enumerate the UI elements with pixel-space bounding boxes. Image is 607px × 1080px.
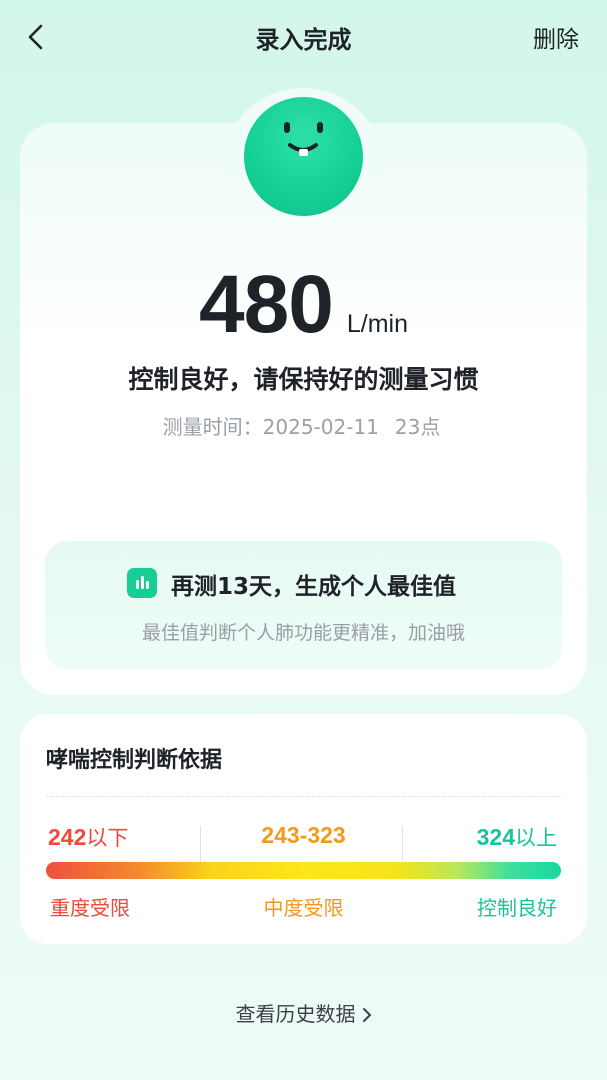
peak-flow-unit: L/min (346, 310, 408, 338)
delete-button[interactable]: 删除 (533, 20, 579, 54)
criteria-title: 哮喘控制判断依据 (46, 748, 223, 773)
range-good-number: 324 (476, 824, 515, 850)
measure-time-label: 测量时间： (162, 415, 263, 439)
asthma-criteria-card: 哮喘控制判断依据 242以下 243-323 324以上 重度受限 中度受限 控… (20, 714, 587, 944)
range-gradient-bar (46, 862, 561, 879)
view-history-label: 查看历史数据 (235, 1002, 356, 1026)
chevron-right-icon (362, 1008, 371, 1022)
best-value-tip-card: 再测13天，生成个人最佳值 最佳值判断个人肺功能更精准，加油哦 (45, 541, 562, 669)
tip-title: 再测13天，生成个人最佳值 (171, 574, 457, 600)
view-history-link[interactable]: 查看历史数据 (0, 998, 607, 1027)
range-good-label: 控制良好 (477, 896, 557, 920)
divider (46, 796, 561, 797)
measure-date: 2025-02-11 (262, 415, 379, 439)
measure-time: 测量时间：2025-02-11 23点 (0, 411, 607, 440)
measure-hour: 23点 (394, 415, 441, 439)
reading: 480 L/min (0, 258, 607, 352)
top-nav-bar: 录入完成 删除 (0, 0, 607, 75)
range-good-suffix: 以上 (515, 826, 557, 850)
bar-chart-icon (127, 568, 157, 598)
smiley-face-icon (244, 97, 363, 216)
range-good-value: 324以上 (477, 822, 557, 852)
page-title: 录入完成 (255, 26, 352, 54)
peak-flow-value: 480 (199, 259, 334, 350)
status-message: 控制良好，请保持好的测量习惯 (128, 365, 479, 394)
tip-subtitle: 最佳值判断个人肺功能更精准，加油哦 (141, 622, 465, 644)
